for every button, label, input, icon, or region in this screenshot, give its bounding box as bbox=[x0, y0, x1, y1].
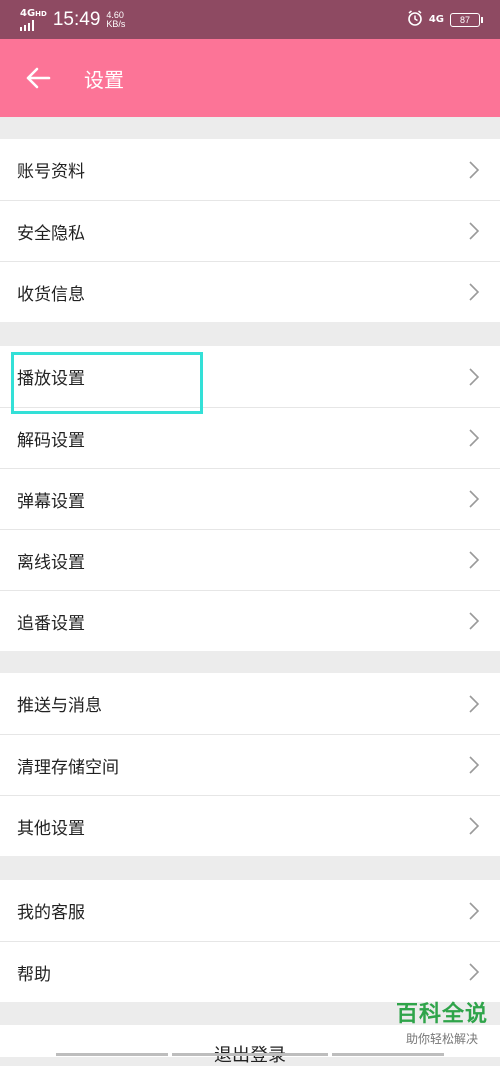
settings-item-label: 帮助 bbox=[17, 964, 51, 985]
watermark-logo: 百科全说 助你轻松解决 bbox=[396, 996, 488, 1047]
chevron-right-icon bbox=[469, 551, 480, 569]
settings-item-label: 安全隐私 bbox=[17, 223, 85, 244]
settings-item-label: 弹幕设置 bbox=[17, 491, 85, 512]
back-button[interactable] bbox=[8, 39, 68, 117]
settings-item-other[interactable]: 其他设置 bbox=[0, 795, 500, 856]
settings-item-decoding[interactable]: 解码设置 bbox=[0, 407, 500, 468]
settings-item-label: 收货信息 bbox=[17, 284, 85, 305]
chevron-right-icon bbox=[469, 222, 480, 240]
watermark-subtitle: 助你轻松解决 bbox=[405, 1032, 478, 1046]
bottom-bar-segment bbox=[56, 1053, 168, 1056]
alarm-icon bbox=[407, 9, 423, 30]
status-bar: 4GHD 15:49 4.60 KB/s 4G 87 bbox=[0, 0, 500, 39]
network-type: 4G bbox=[20, 7, 36, 19]
settings-item-follow-series[interactable]: 追番设置 bbox=[0, 590, 500, 651]
chevron-right-icon bbox=[469, 367, 480, 386]
network-type-right: 4G bbox=[428, 14, 444, 25]
chevron-right-icon bbox=[469, 694, 480, 713]
chevron-right-icon bbox=[469, 160, 480, 179]
app-header: 设置 bbox=[0, 39, 500, 117]
settings-group-playback: 播放设置 解码设置 弹幕设置 离线设置 追番设置 bbox=[0, 346, 500, 651]
settings-item-label: 追番设置 bbox=[17, 613, 85, 634]
settings-item-account-profile[interactable]: 账号资料 bbox=[0, 139, 500, 200]
settings-item-security-privacy[interactable]: 安全隐私 bbox=[0, 200, 500, 261]
chevron-right-icon bbox=[469, 963, 480, 981]
chevron-right-icon bbox=[469, 283, 480, 301]
settings-item-label: 解码设置 bbox=[17, 430, 85, 451]
chevron-right-icon bbox=[469, 756, 480, 774]
settings-item-label: 我的客服 bbox=[17, 903, 85, 923]
settings-item-label: 推送与消息 bbox=[17, 696, 102, 716]
chevron-right-icon bbox=[469, 817, 480, 835]
battery-icon: 87 bbox=[450, 12, 483, 27]
arrow-left-icon bbox=[26, 67, 51, 89]
battery-level: 87 bbox=[459, 14, 470, 25]
settings-item-customer-service[interactable]: 我的客服 bbox=[0, 880, 500, 941]
settings-item-offline[interactable]: 离线设置 bbox=[0, 529, 500, 590]
chevron-right-icon bbox=[469, 612, 480, 630]
settings-group-account: 账号资料 安全隐私 收货信息 bbox=[0, 139, 500, 322]
settings-group-support: 我的客服 帮助 bbox=[0, 880, 500, 1002]
settings-item-label: 其他设置 bbox=[17, 818, 85, 839]
settings-item-label: 离线设置 bbox=[17, 552, 85, 573]
signal-icon: 4GHD bbox=[20, 7, 47, 31]
watermark-title: 百科全说 bbox=[395, 1002, 488, 1027]
bottom-bar-segment bbox=[172, 1053, 328, 1056]
clock: 15:49 bbox=[52, 8, 101, 30]
settings-item-playback[interactable]: 播放设置 bbox=[0, 346, 500, 407]
speed-unit: KB/s bbox=[106, 18, 126, 29]
settings-group-system: 推送与消息 清理存储空间 其他设置 bbox=[0, 673, 500, 856]
settings-item-shipping-info[interactable]: 收货信息 bbox=[0, 261, 500, 322]
settings-item-clear-storage[interactable]: 清理存储空间 bbox=[0, 734, 500, 795]
settings-item-label: 账号资料 bbox=[17, 162, 85, 182]
settings-item-help[interactable]: 帮助 bbox=[0, 941, 500, 1002]
bottom-bar-segment bbox=[332, 1053, 444, 1056]
chevron-right-icon bbox=[469, 429, 480, 447]
network-sub: HD bbox=[35, 9, 47, 18]
chevron-right-icon bbox=[469, 901, 480, 920]
settings-item-label: 清理存储空间 bbox=[17, 757, 119, 778]
network-speed: 4.60 KB/s bbox=[106, 10, 126, 29]
page-title: 设置 bbox=[84, 67, 124, 92]
settings-item-label: 播放设置 bbox=[17, 369, 85, 389]
settings-item-danmaku[interactable]: 弹幕设置 bbox=[0, 468, 500, 529]
settings-item-push-messages[interactable]: 推送与消息 bbox=[0, 673, 500, 734]
chevron-right-icon bbox=[469, 490, 480, 508]
